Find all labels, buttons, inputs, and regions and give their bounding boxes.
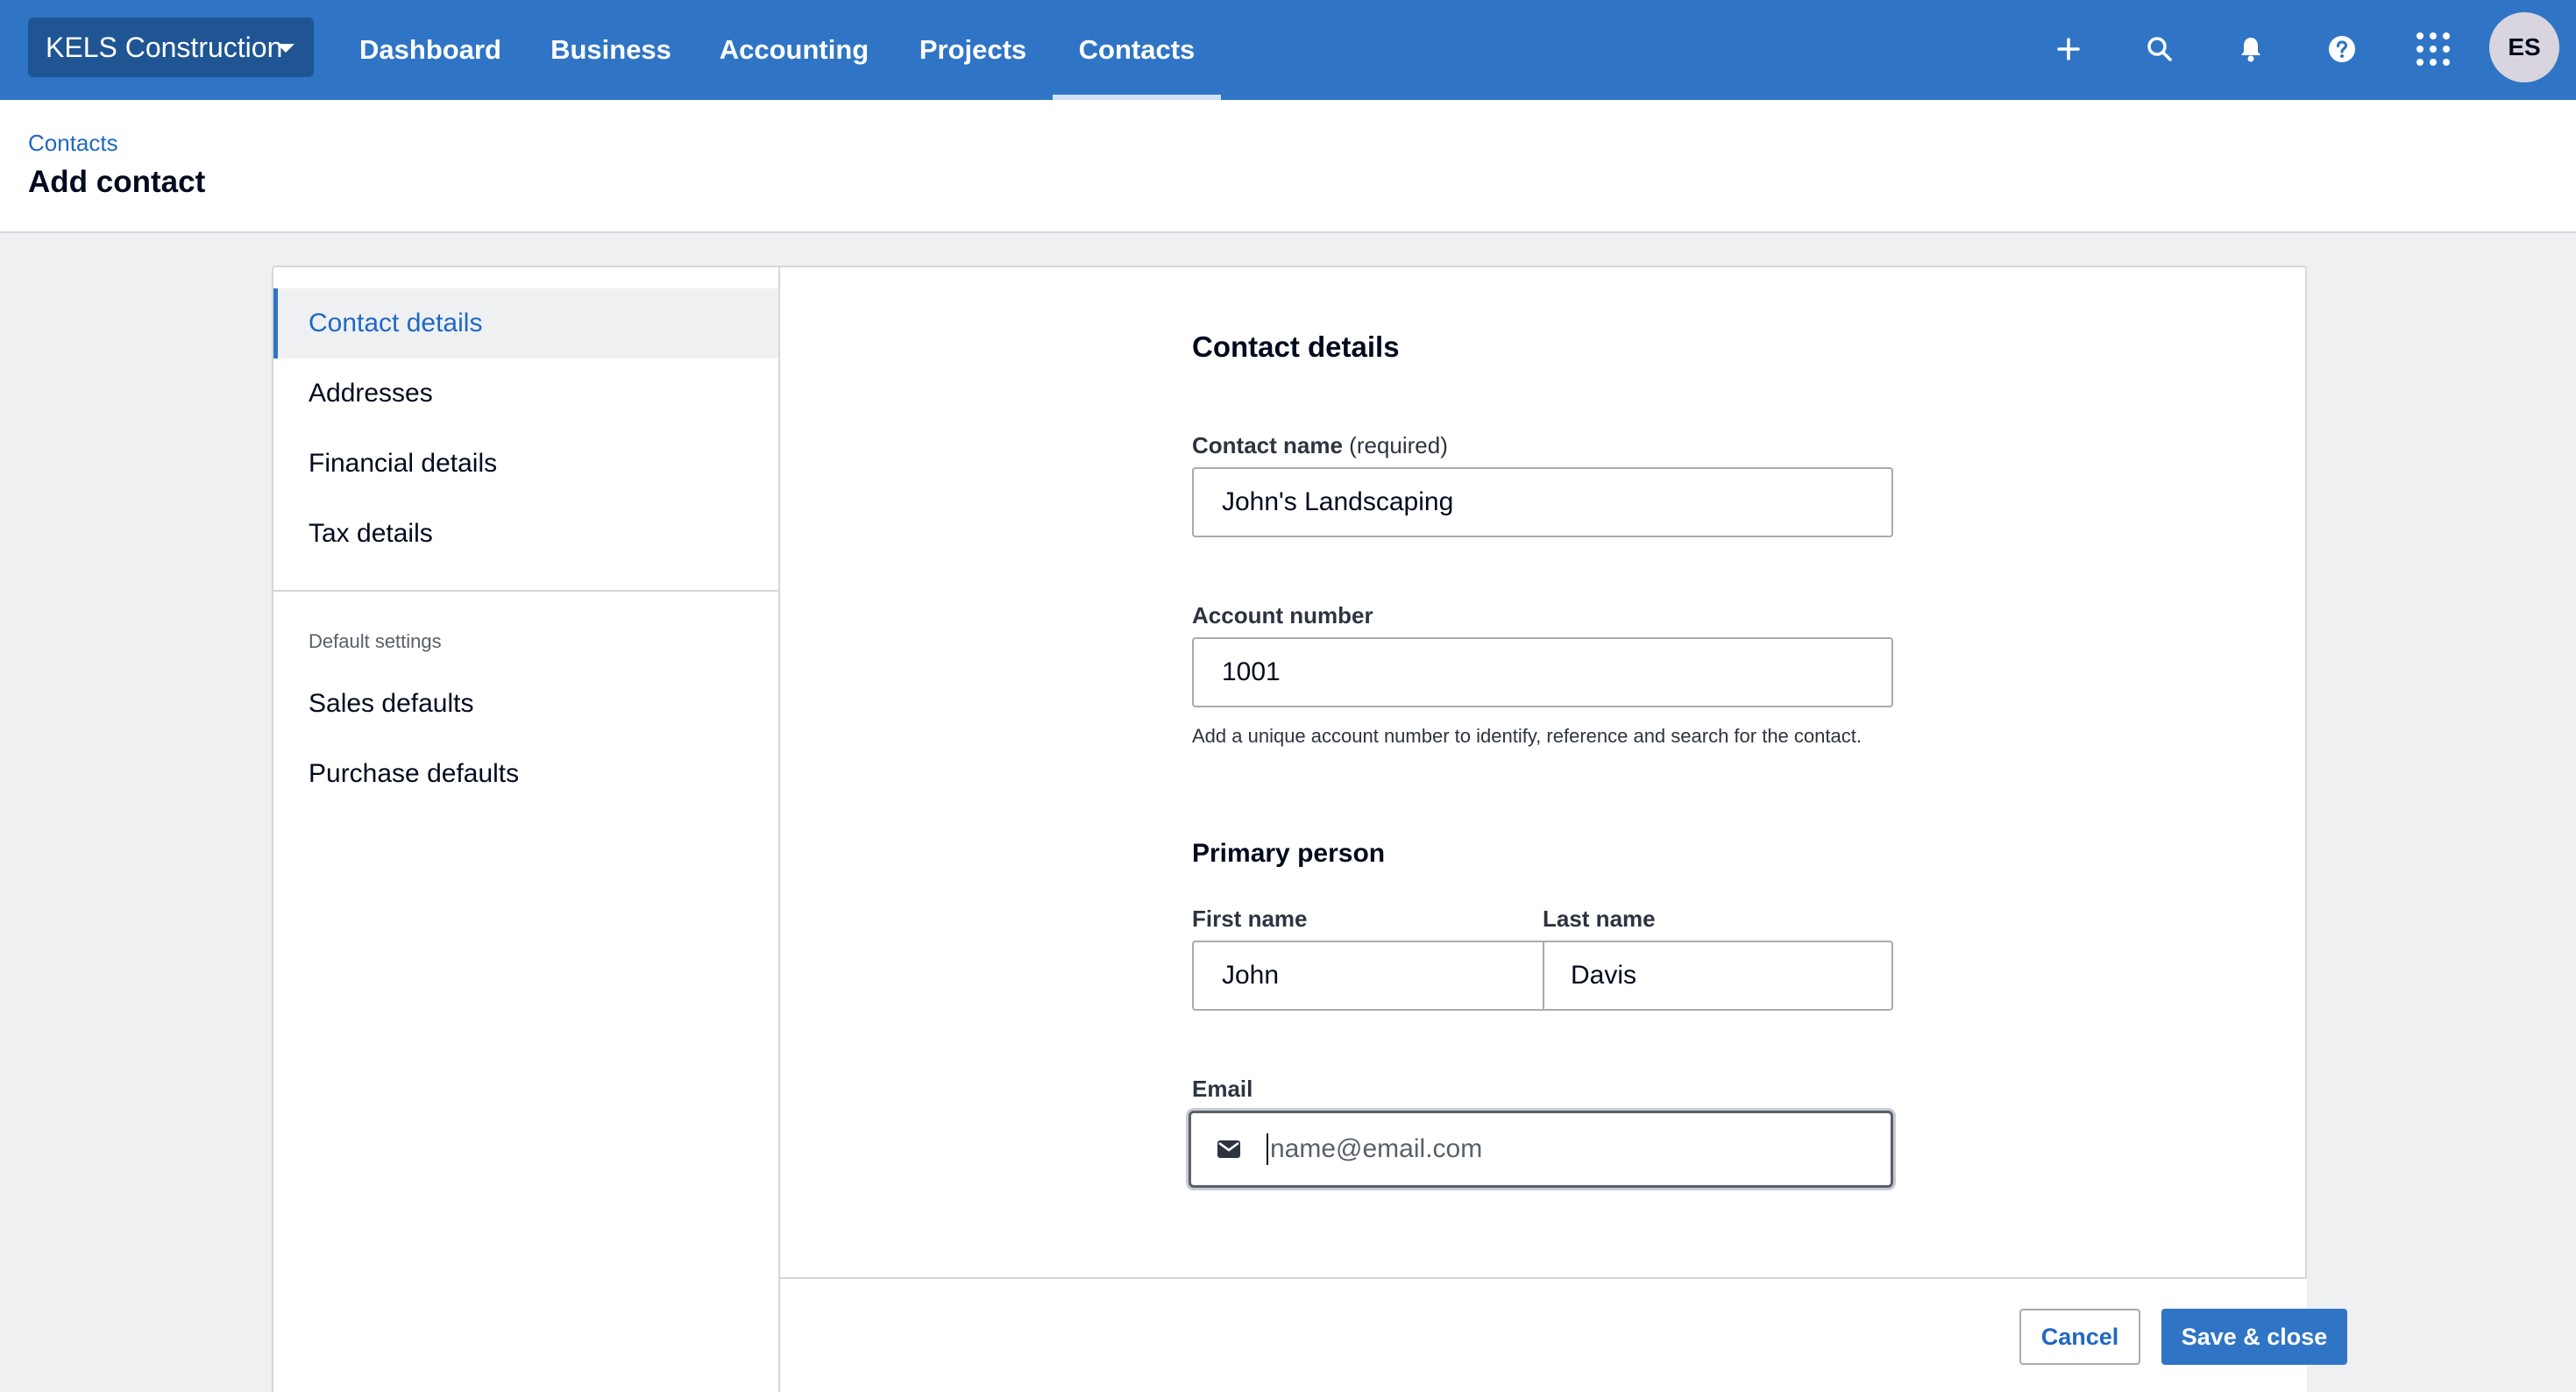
add-contact-panel: Contact details Addresses Financial deta… xyxy=(272,266,2347,1392)
first-name-label: First name xyxy=(1192,906,1308,932)
required-note: (required) xyxy=(1349,432,1448,458)
contact-name-input[interactable]: John's Landscaping xyxy=(1192,467,1893,537)
side-nav-tax-details[interactable]: Tax details xyxy=(273,499,778,569)
last-name-input[interactable]: Davis xyxy=(1543,941,1893,1011)
contact-name-label: Contact name (required) xyxy=(1192,432,1448,459)
nav-accounting[interactable]: Accounting xyxy=(708,0,880,100)
contact-name-label-text: Contact name xyxy=(1192,432,1343,458)
side-nav-purchase-defaults[interactable]: Purchase defaults xyxy=(273,739,778,809)
form-footer-bar: Cancel Save & close xyxy=(780,1277,2347,1392)
side-nav-contact-details[interactable]: Contact details xyxy=(273,288,778,359)
side-nav-divider xyxy=(273,590,778,592)
envelope-icon xyxy=(1191,1140,1267,1159)
side-nav-financial-details[interactable]: Financial details xyxy=(273,429,778,499)
email-input[interactable]: name@email.com xyxy=(1189,1111,1893,1188)
side-nav-addresses[interactable]: Addresses xyxy=(273,359,778,429)
account-number-hint: Add a unique account number to identify,… xyxy=(1192,725,1862,747)
save-and-close-button[interactable]: Save & close xyxy=(2161,1309,2347,1365)
page-header: Contacts Add contact xyxy=(0,100,2576,233)
email-label: Email xyxy=(1192,1076,1253,1102)
user-avatar[interactable]: ES xyxy=(2489,12,2559,82)
account-number-label: Account number xyxy=(1192,602,1373,629)
email-placeholder: name@email.com xyxy=(1267,1133,1482,1165)
app-grid-icon[interactable] xyxy=(2405,21,2461,77)
breadcrumb-contacts-link[interactable]: Contacts xyxy=(28,130,118,157)
top-navigation-bar: KELS Construction Dashboard Business Acc… xyxy=(0,0,2576,100)
section-side-navigation: Contact details Addresses Financial deta… xyxy=(273,267,780,1392)
contact-details-heading: Contact details xyxy=(1192,330,1400,363)
nav-projects[interactable]: Projects xyxy=(903,0,1043,100)
cancel-button[interactable]: Cancel xyxy=(2019,1309,2140,1365)
nav-business[interactable]: Business xyxy=(535,0,687,100)
side-nav-sales-defaults[interactable]: Sales defaults xyxy=(273,669,778,739)
bell-icon[interactable] xyxy=(2223,21,2279,77)
account-number-input[interactable]: 1001 xyxy=(1192,637,1893,707)
page-title: Add contact xyxy=(28,165,206,199)
search-icon[interactable] xyxy=(2132,21,2188,77)
plus-icon[interactable] xyxy=(2040,21,2097,77)
default-settings-caption: Default settings xyxy=(309,630,442,652)
help-icon[interactable] xyxy=(2314,21,2370,77)
organisation-switcher-button[interactable]: KELS Construction xyxy=(28,18,314,77)
nav-contacts[interactable]: Contacts xyxy=(1053,0,1221,100)
caret-down-icon xyxy=(277,44,295,53)
first-name-input[interactable]: John xyxy=(1192,941,1544,1011)
primary-person-heading: Primary person xyxy=(1192,839,1386,868)
organisation-name: KELS Construction xyxy=(46,31,283,63)
last-name-label: Last name xyxy=(1543,906,1656,932)
nav-dashboard[interactable]: Dashboard xyxy=(347,0,514,100)
